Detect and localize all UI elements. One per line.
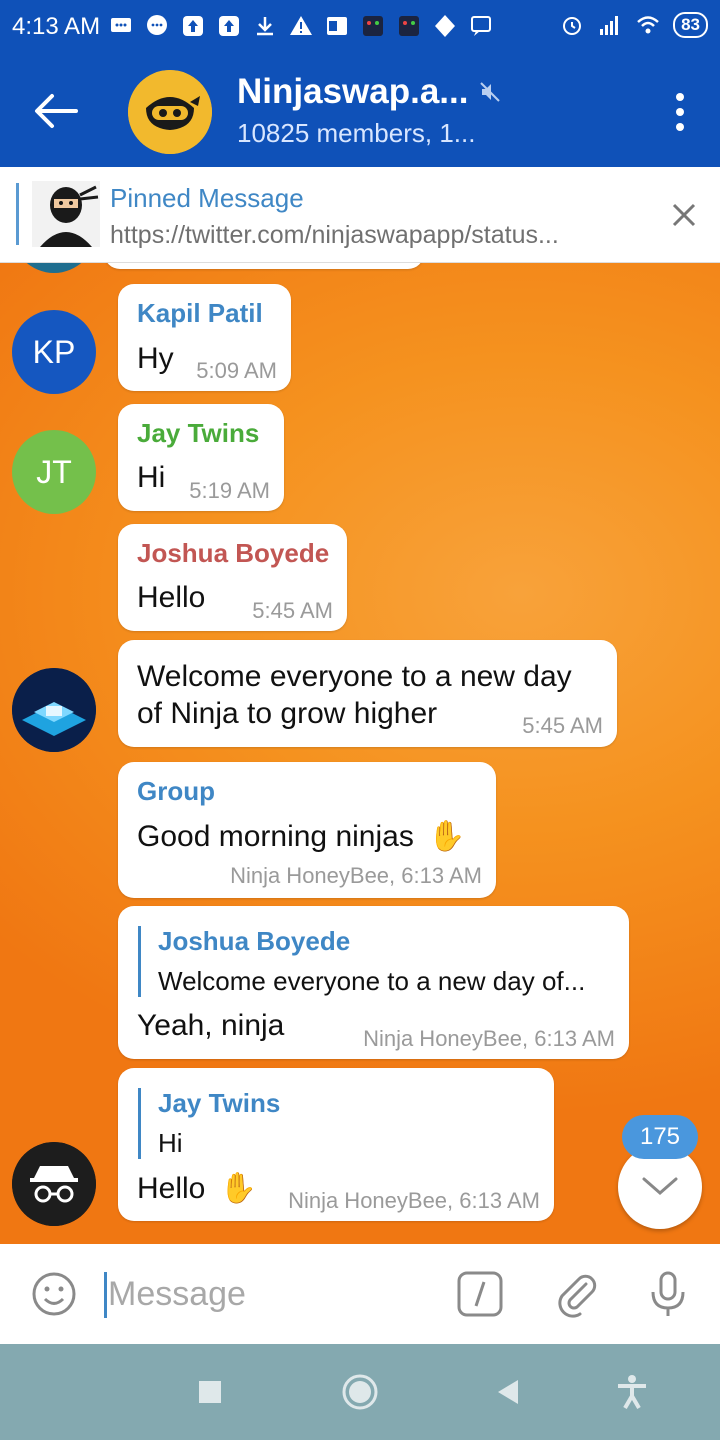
pinned-thumbnail xyxy=(32,181,100,247)
microphone-icon[interactable] xyxy=(644,1270,692,1318)
message-time: 5:45 AM xyxy=(252,598,333,623)
avatar-jay-twins[interactable]: JT xyxy=(12,430,96,514)
reply-text: Hi xyxy=(158,1128,183,1158)
sender-name: Group xyxy=(137,776,215,806)
waving-hand-icon: ✋ xyxy=(428,820,466,853)
emoji-icon[interactable] xyxy=(30,1270,78,1318)
message-bubble[interactable]: Jay Twins Hi 5:19 AM xyxy=(118,404,284,511)
message-text: Yeah, ninja xyxy=(137,1009,285,1042)
back-arrow-icon[interactable] xyxy=(30,88,80,134)
warning-icon xyxy=(288,13,314,39)
avatar-incognito[interactable] xyxy=(12,1142,96,1226)
message-time: 5:19 AM xyxy=(189,478,270,503)
waving-hand-icon: ✋ xyxy=(219,1172,258,1205)
message-text-line1: Welcome everyone to a new day xyxy=(137,660,572,693)
system-nav-bar xyxy=(0,1344,720,1440)
status-time: 4:13 AM xyxy=(12,13,101,40)
group-avatar[interactable] xyxy=(128,70,212,154)
reply-quote[interactable]: Joshua Boyede Welcome everyone to a new … xyxy=(138,926,598,997)
home-icon[interactable] xyxy=(340,1372,380,1412)
sender-name: Joshua Boyede xyxy=(137,538,330,568)
alarm-icon xyxy=(559,12,585,38)
chat-bubble-icon xyxy=(108,13,134,39)
message-time: 5:09 AM xyxy=(196,358,277,383)
unread-count-badge: 175 xyxy=(622,1115,698,1159)
sender-name: Kapil Patil xyxy=(137,298,263,328)
message-bubble[interactable]: Group Good morning ninjas ✋ Ninja HoneyB… xyxy=(118,762,496,898)
chat-title[interactable]: Ninjaswap.a... xyxy=(237,72,502,112)
message-text: Hello xyxy=(137,1172,206,1205)
message-input-bar xyxy=(0,1244,720,1344)
message-bubble[interactable]: Jay Twins Hi Hello ✋ Ninja HoneyBee, 6:1… xyxy=(118,1068,554,1221)
avatar-chip[interactable] xyxy=(12,668,96,752)
message-time: Ninja HoneyBee, 6:13 AM xyxy=(363,1026,615,1051)
message-bubble[interactable]: Kapil Patil Hy 5:09 AM xyxy=(118,284,291,391)
close-icon[interactable] xyxy=(672,203,696,227)
mute-icon xyxy=(480,82,501,102)
avatar-initials: JT xyxy=(36,453,72,490)
member-count: 10825 members, 1... xyxy=(237,118,476,148)
signal-icon xyxy=(597,12,623,38)
reply-sender: Jay Twins xyxy=(158,1088,281,1118)
message-text-line2: of Ninja to grow higher xyxy=(137,697,438,730)
pinned-title: Pinned Message xyxy=(110,183,304,213)
pinned-message-bar[interactable]: Pinned Message https://twitter.com/ninja… xyxy=(0,167,720,263)
pinned-text: https://twitter.com/ninjaswapapp/status.… xyxy=(110,221,559,249)
message-text: Good morning ninjas xyxy=(137,820,414,853)
sender-name: Jay Twins xyxy=(137,418,260,448)
reply-text: Welcome everyone to a new day of... xyxy=(158,966,586,996)
message-text: Hi xyxy=(137,461,166,494)
avatar-kapil-patil[interactable]: KP xyxy=(12,310,96,394)
text-cursor xyxy=(104,1272,107,1318)
message-icon xyxy=(468,13,494,39)
message-bubble[interactable]: Joshua Boyede Hello 5:45 AM xyxy=(118,524,347,631)
message-time: Ninja HoneyBee, 6:13 AM xyxy=(230,863,482,888)
chat-header: Ninjaswap.a... 10825 members, 1... xyxy=(0,56,720,167)
chat-title-text: Ninjaswap.a... xyxy=(237,72,469,111)
chevron-down-icon xyxy=(642,1177,678,1195)
notification-icons xyxy=(108,13,494,39)
message-bubble[interactable]: Welcome everyone to a new day of Ninja t… xyxy=(118,640,617,747)
recent-apps-icon[interactable] xyxy=(190,1372,230,1412)
message-bubble[interactable]: Joshua Boyede Welcome everyone to a new … xyxy=(118,906,629,1059)
shield-icon xyxy=(432,13,458,39)
message-bubble-partial xyxy=(104,263,424,269)
upload-icon xyxy=(180,13,206,39)
pinned-accent-bar xyxy=(16,183,19,245)
avatar xyxy=(12,263,96,273)
app-icon xyxy=(396,13,422,39)
message-text: Hy xyxy=(137,342,174,375)
wifi-icon xyxy=(635,12,661,38)
app-icon xyxy=(360,13,386,39)
accessibility-icon[interactable] xyxy=(612,1372,652,1412)
status-bar: 4:13 AM 83 xyxy=(0,0,720,56)
download-icon xyxy=(252,13,278,39)
outlook-icon xyxy=(324,13,350,39)
message-text: Hello xyxy=(137,581,206,614)
back-icon[interactable] xyxy=(488,1372,528,1412)
message-input[interactable] xyxy=(108,1268,428,1320)
bot-command-icon[interactable] xyxy=(456,1270,504,1318)
message-time: Ninja HoneyBee, 6:13 AM xyxy=(288,1188,540,1213)
more-options-icon[interactable] xyxy=(672,92,688,132)
battery-icon: 83 xyxy=(673,12,708,38)
reply-quote[interactable]: Jay Twins Hi xyxy=(138,1088,528,1159)
avatar-initials: KP xyxy=(32,333,76,370)
messenger-icon xyxy=(144,13,170,39)
message-time: 5:45 AM xyxy=(522,713,603,738)
attach-icon[interactable] xyxy=(552,1270,600,1318)
status-right: 83 xyxy=(559,12,708,38)
chat-history[interactable]: KP Kapil Patil Hy 5:09 AM JT Jay Twins H… xyxy=(0,263,720,1244)
upload-icon xyxy=(216,13,242,39)
reply-sender: Joshua Boyede xyxy=(158,926,351,956)
